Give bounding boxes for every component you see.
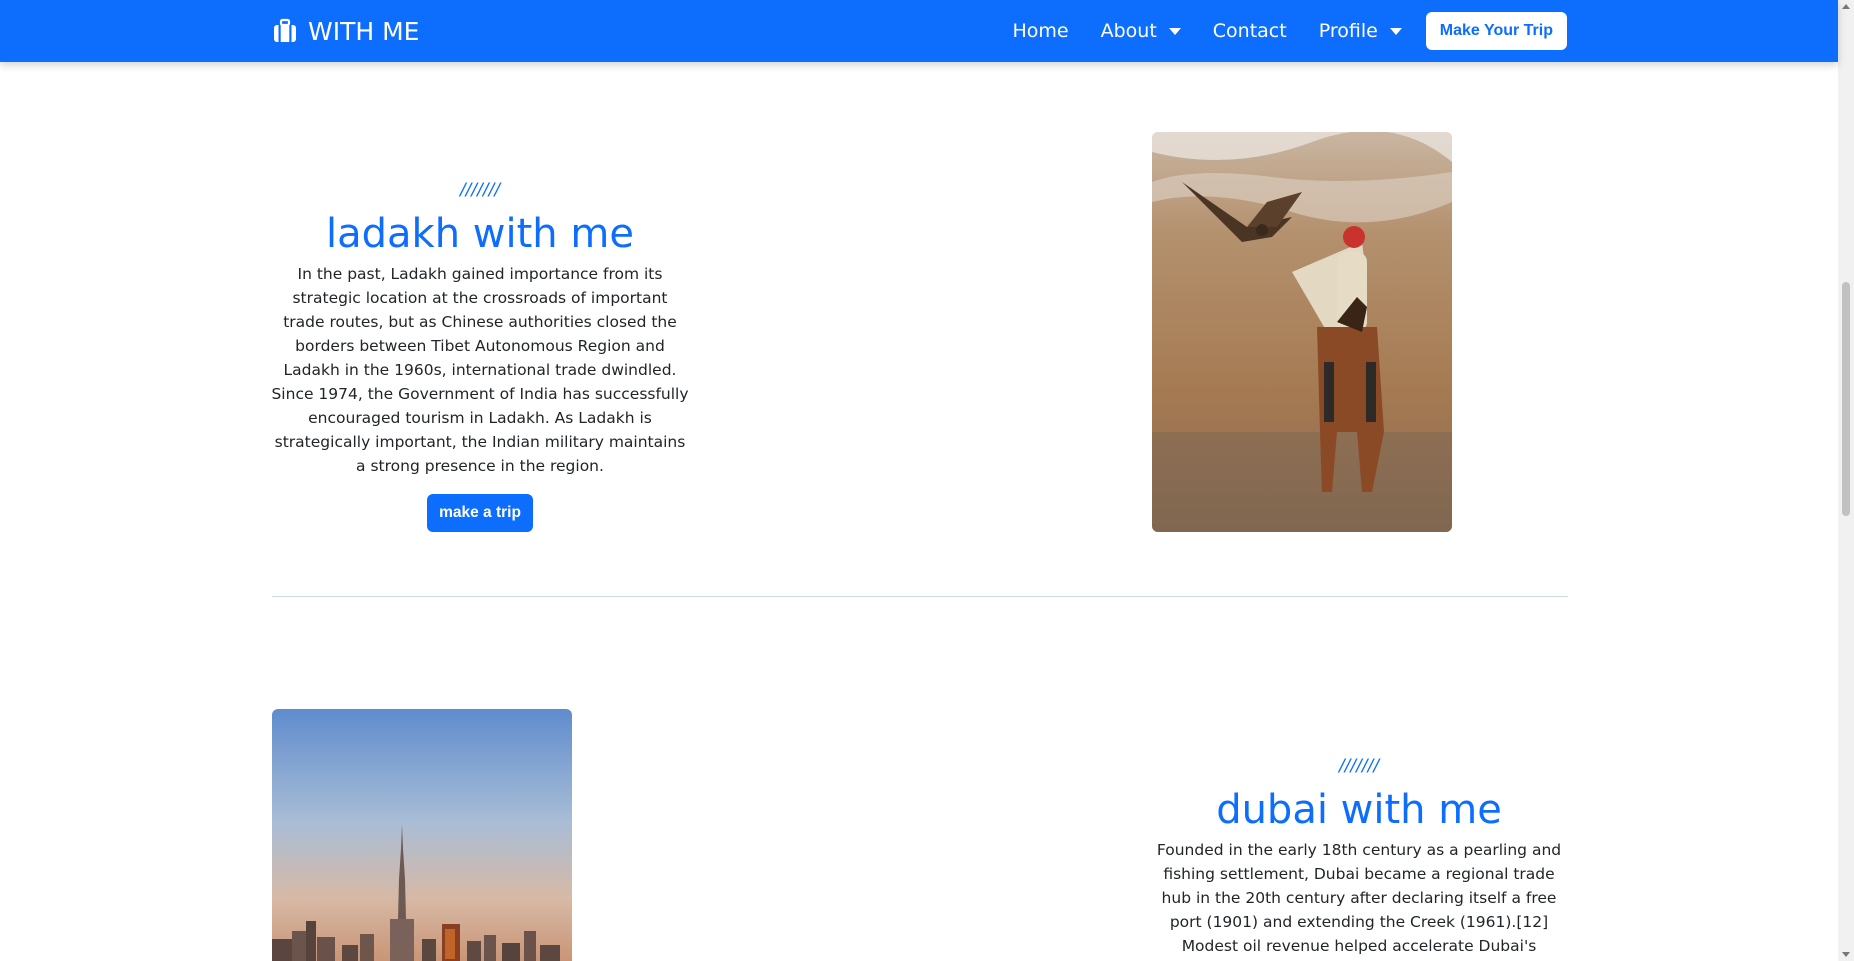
nav-about-dropdown[interactable]: About (1085, 12, 1197, 50)
eagle-rider-photo (1152, 132, 1452, 532)
dubai-description: Founded in the early 18th century as a p… (1156, 841, 1562, 955)
scroll-down-arrow-icon[interactable] (1842, 952, 1850, 957)
dubai-title: dubai with me (1216, 787, 1502, 833)
brand-link[interactable]: WITH ME (272, 14, 419, 48)
dubai-skyline-image (272, 709, 572, 961)
caret-down-icon (1168, 27, 1181, 35)
ladakh-eagle-rider-image (1152, 132, 1452, 532)
make-your-trip-button[interactable]: Make Your Trip (1425, 12, 1567, 50)
page-scrollbar[interactable] (1838, 0, 1854, 961)
suitcase-icon (274, 18, 296, 42)
brand-name: WITH ME (308, 16, 420, 46)
nav-home-label: Home (1012, 20, 1069, 42)
ladakh-text-block: /////// ladakh with me In the past, Lada… (271, 180, 689, 532)
nav-about-label: About (1100, 20, 1157, 42)
nav-contact[interactable]: Contact (1197, 12, 1303, 50)
nav-contact-label: Contact (1212, 20, 1287, 42)
dubai-text-block: /////// dubai with me Founded in the ear… (1150, 756, 1568, 961)
scroll-up-arrow-icon[interactable] (1842, 4, 1850, 9)
decorative-slashes: /////// (1338, 756, 1380, 776)
nav-links: Home About Contact Profile Make Your Tri… (996, 12, 1567, 50)
section-divider (272, 596, 1568, 597)
ladakh-title: ladakh with me (326, 211, 634, 257)
navbar: WITH ME Home About Contact Profile Make … (0, 0, 1838, 62)
caret-down-icon (1389, 27, 1402, 35)
dubai-skyline-photo (272, 709, 572, 961)
scrollbar-thumb[interactable] (1842, 282, 1850, 516)
make-a-trip-button[interactable]: make a trip (427, 494, 533, 532)
nav-profile-label: Profile (1318, 20, 1378, 42)
decorative-slashes: /////// (459, 180, 501, 200)
nav-profile-dropdown[interactable]: Profile (1303, 12, 1418, 50)
ladakh-description: In the past, Ladakh gained importance fr… (271, 265, 689, 475)
nav-home[interactable]: Home (996, 12, 1084, 50)
